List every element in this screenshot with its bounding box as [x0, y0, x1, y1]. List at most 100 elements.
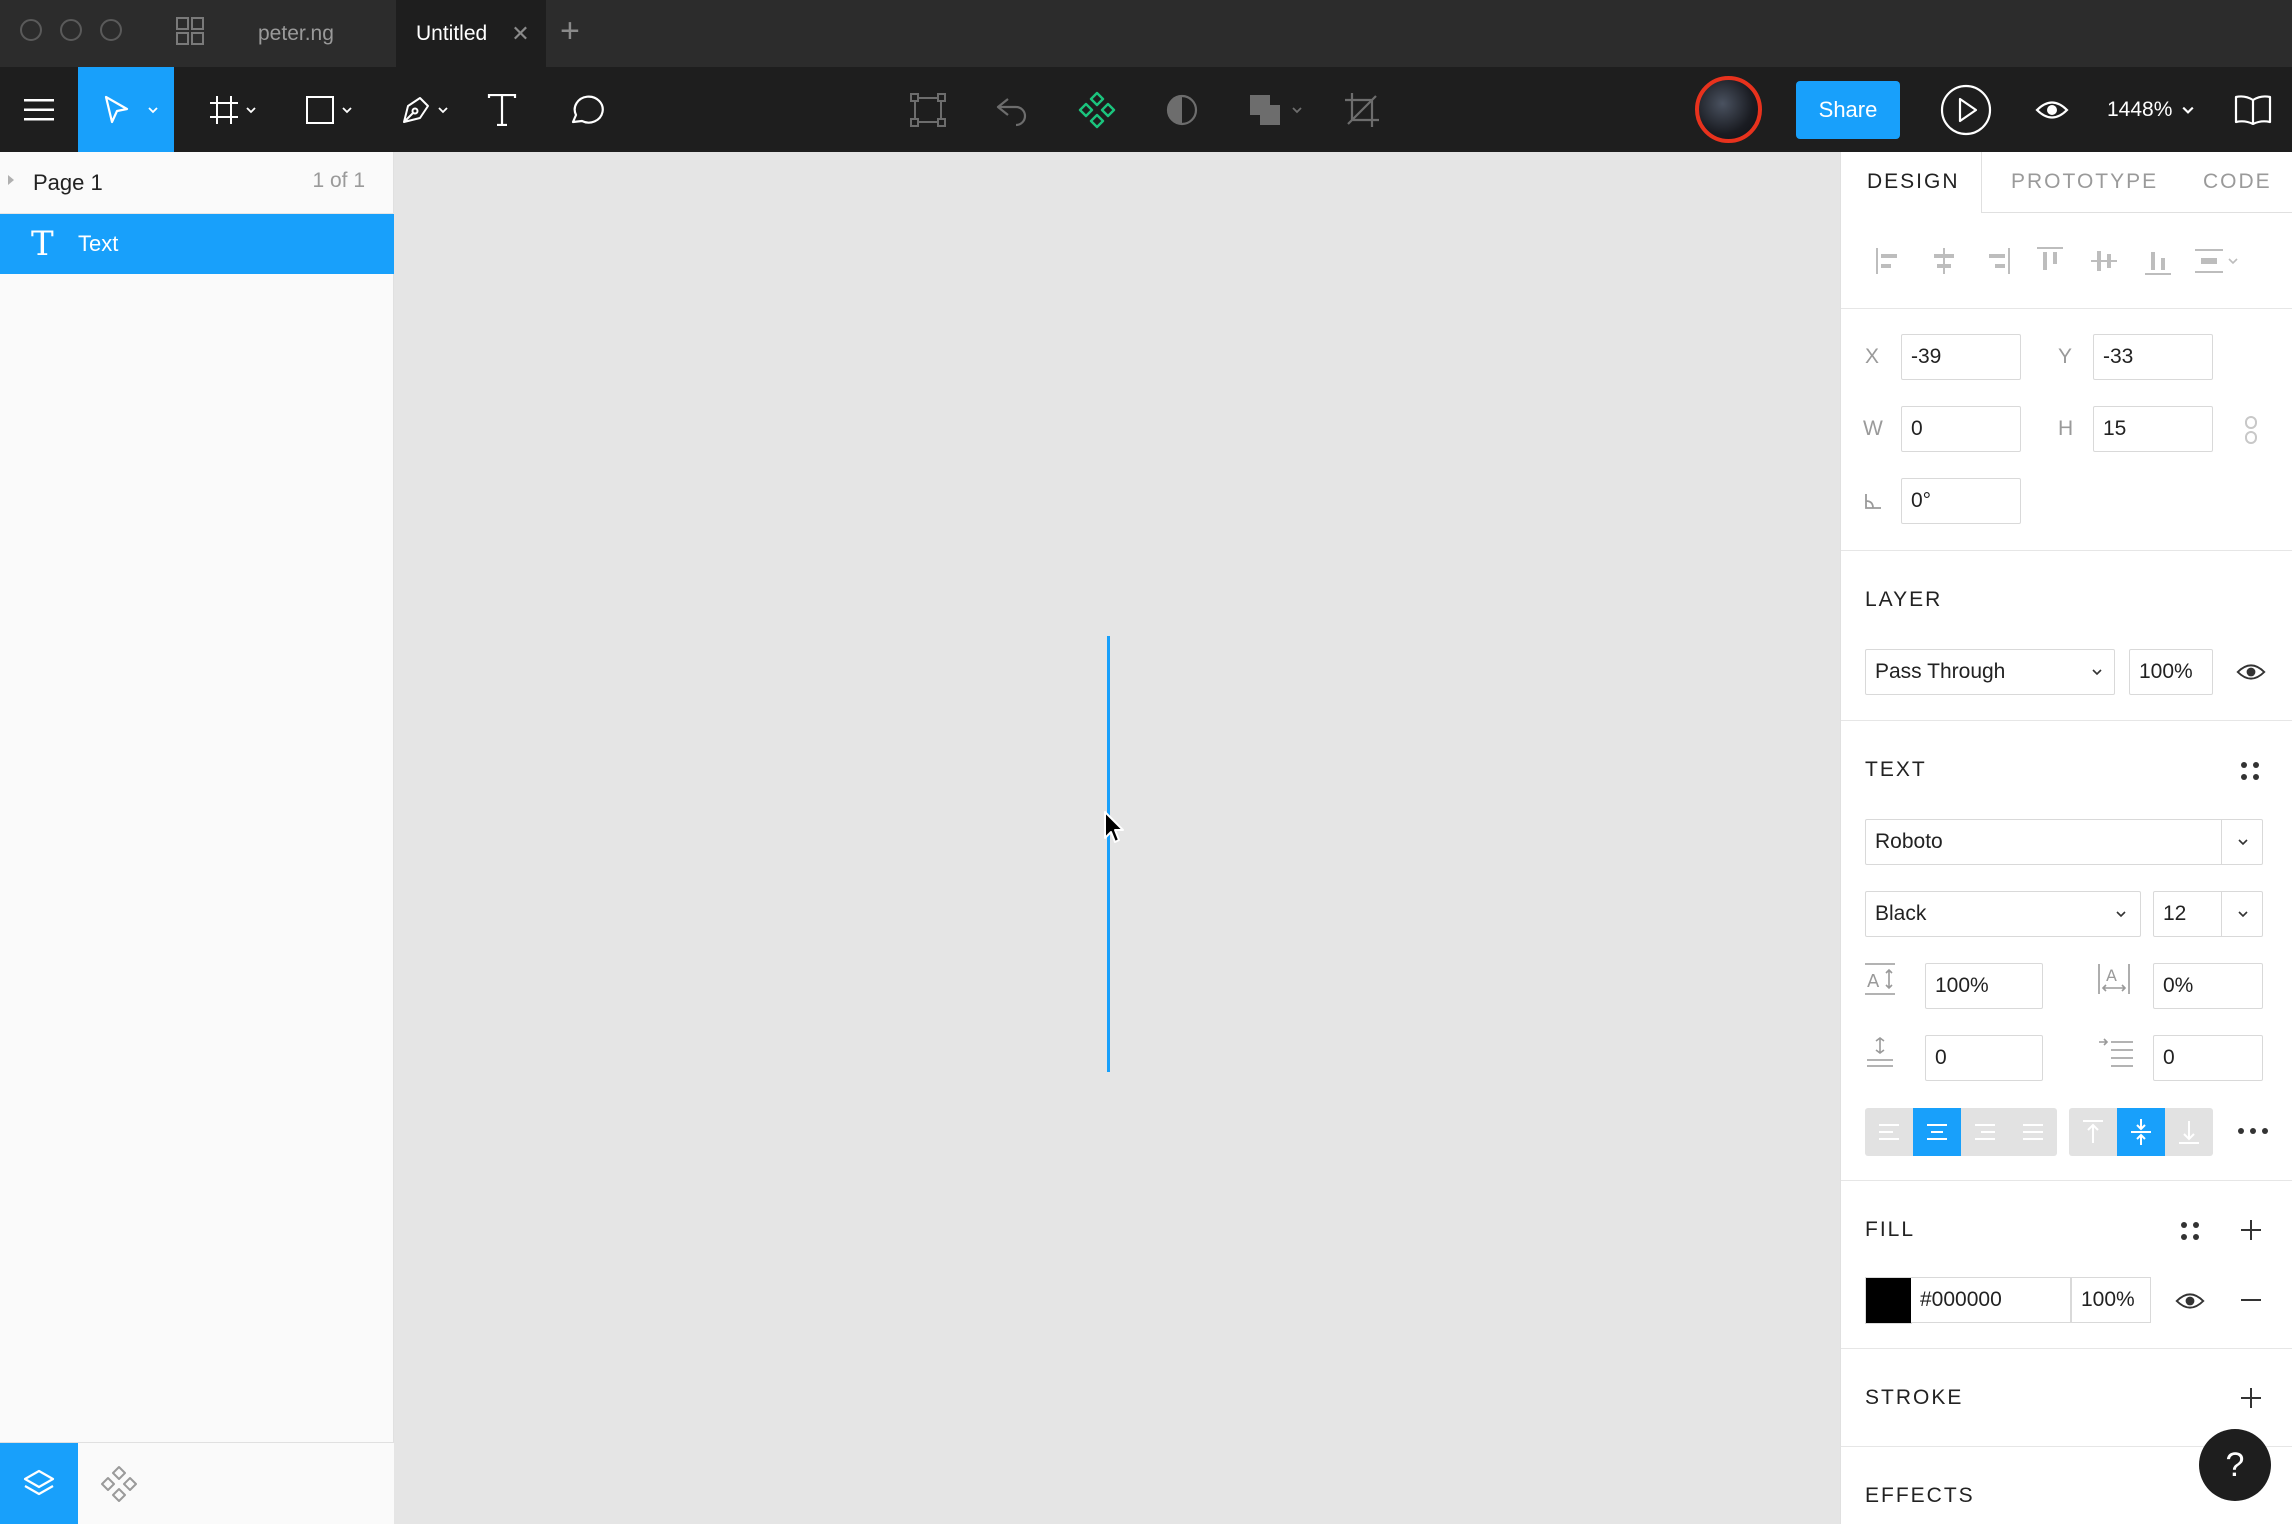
dropdown-separator	[2221, 892, 2222, 936]
zoom-dropdown[interactable]: 1448%	[2107, 67, 2194, 152]
move-tool-button[interactable]	[78, 67, 174, 152]
eye-icon[interactable]	[2175, 1291, 2205, 1311]
distribute-icon[interactable]	[2193, 244, 2239, 278]
height-input[interactable]: 15	[2093, 406, 2213, 452]
component-reset-button[interactable]	[990, 67, 1034, 152]
create-component-button[interactable]	[1074, 67, 1120, 152]
text-align-middle-button[interactable]	[2117, 1108, 2165, 1156]
text-tool-button[interactable]	[480, 67, 524, 152]
text-align-right-button[interactable]	[1961, 1108, 2009, 1156]
line-height-input[interactable]: 100%	[1925, 963, 2043, 1009]
canvas[interactable]	[394, 152, 1840, 1524]
tab-peter-ng[interactable]: peter.ng	[228, 0, 396, 67]
hamburger-icon	[24, 98, 54, 120]
add-fill-icon[interactable]	[2239, 1218, 2263, 1242]
text-align-top-button[interactable]	[2069, 1108, 2117, 1156]
align-vertical-center-icon[interactable]	[2087, 244, 2121, 278]
stroke-section-title: STROKE	[1865, 1386, 1964, 1409]
new-tab-icon[interactable]: +	[560, 12, 580, 51]
paragraph-indent-input[interactable]: 0	[2153, 1035, 2263, 1081]
text-cursor-caret[interactable]	[1107, 636, 1110, 1072]
user-avatar[interactable]	[1695, 76, 1762, 143]
align-horizontal-center-icon[interactable]	[1927, 244, 1961, 278]
align-right-icon[interactable]	[1979, 244, 2013, 278]
pen-tool-button[interactable]	[388, 67, 458, 152]
text-align-left-button[interactable]	[1865, 1108, 1913, 1156]
chevron-down-icon	[2182, 106, 2194, 114]
font-size-dropdown[interactable]: 12	[2153, 891, 2263, 937]
chevron-down-icon	[148, 107, 158, 114]
share-button[interactable]: Share	[1796, 81, 1900, 139]
close-tab-icon[interactable]: ✕	[511, 21, 529, 47]
mask-icon	[1166, 94, 1198, 125]
layer-opacity-input[interactable]: 100%	[2129, 649, 2213, 695]
layer-section-title: LAYER	[1865, 588, 1943, 611]
boolean-union-icon	[1250, 94, 1280, 125]
fill-opacity-input[interactable]: 100%	[2071, 1277, 2151, 1323]
layer-item-text[interactable]: T Text	[0, 214, 394, 274]
letter-spacing-input[interactable]: 0%	[2153, 963, 2263, 1009]
text-align-vertical-group	[2069, 1108, 2213, 1156]
align-top-icon[interactable]	[2033, 244, 2067, 278]
fill-styles-icon[interactable]	[2179, 1220, 2201, 1242]
mask-button[interactable]	[1160, 67, 1204, 152]
line-height-icon: A	[1865, 963, 1895, 995]
page-selector[interactable]: Page 1 1 of 1	[0, 152, 394, 214]
eye-icon[interactable]	[2236, 662, 2266, 682]
y-label: Y	[2058, 345, 2073, 368]
comment-icon	[571, 95, 604, 124]
text-section-title: TEXT	[1865, 758, 1927, 781]
text-align-justify-button[interactable]	[2009, 1108, 2057, 1156]
window-minimize-dot[interactable]	[60, 19, 82, 41]
expand-arrow-icon[interactable]	[8, 175, 14, 185]
x-input[interactable]: -39	[1901, 334, 2021, 380]
align-bottom-icon[interactable]	[2141, 244, 2175, 278]
assets-tab[interactable]	[78, 1443, 160, 1524]
properties-panel: DESIGN PROTOTYPE CODE X -39 Y -33 W 0 H …	[1840, 152, 2292, 1524]
add-stroke-icon[interactable]	[2239, 1386, 2263, 1410]
layers-tab[interactable]	[0, 1443, 78, 1524]
vector-edit-button[interactable]	[906, 67, 950, 152]
fill-hex-input[interactable]: #000000	[1911, 1277, 2071, 1323]
boolean-button[interactable]	[1240, 67, 1306, 152]
section-divider	[1841, 720, 2292, 721]
present-button[interactable]	[1938, 67, 1994, 152]
font-size-value: 12	[2163, 902, 2187, 925]
font-weight-dropdown[interactable]: Black	[1865, 891, 2141, 937]
fill-color-swatch[interactable]	[1865, 1277, 1912, 1324]
shape-tool-button[interactable]	[292, 67, 362, 152]
file-browser-icon[interactable]	[175, 16, 205, 46]
constrain-proportions-icon[interactable]	[2241, 415, 2261, 445]
main-menu-button[interactable]	[0, 67, 78, 152]
window-zoom-dot[interactable]	[100, 19, 122, 41]
comment-tool-button[interactable]	[562, 67, 610, 152]
more-options-icon[interactable]	[2237, 1126, 2269, 1136]
help-button[interactable]: ?	[2199, 1429, 2271, 1501]
tab-label: Untitled	[416, 21, 488, 45]
text-align-center-button[interactable]	[1913, 1108, 1961, 1156]
mouse-pointer-icon	[1104, 811, 1124, 843]
dropdown-separator	[2221, 820, 2222, 864]
play-icon	[1940, 84, 1992, 135]
align-left-icon[interactable]	[1873, 244, 1907, 278]
section-divider	[1841, 1348, 2292, 1349]
frame-tool-button[interactable]	[196, 67, 266, 152]
remove-fill-icon[interactable]	[2239, 1298, 2263, 1302]
rotation-input[interactable]: 0°	[1901, 478, 2021, 524]
crop-button[interactable]	[1340, 67, 1384, 152]
tab-untitled[interactable]: Untitled ✕	[396, 0, 546, 67]
tab-code[interactable]: CODE	[2203, 152, 2272, 212]
view-mode-button[interactable]	[2030, 67, 2074, 152]
paragraph-spacing-input[interactable]: 0	[1925, 1035, 2043, 1081]
tab-prototype[interactable]: PROTOTYPE	[2011, 152, 2158, 212]
component-icon	[1078, 91, 1116, 128]
y-input[interactable]: -33	[2093, 334, 2213, 380]
library-button[interactable]	[2228, 67, 2278, 152]
tab-design[interactable]: DESIGN	[1867, 152, 1960, 212]
width-input[interactable]: 0	[1901, 406, 2021, 452]
text-align-bottom-button[interactable]	[2165, 1108, 2213, 1156]
text-styles-icon[interactable]	[2239, 760, 2261, 782]
blend-mode-dropdown[interactable]: Pass Through	[1865, 649, 2115, 695]
window-close-dot[interactable]	[20, 19, 42, 41]
font-family-dropdown[interactable]: Roboto	[1865, 819, 2263, 865]
